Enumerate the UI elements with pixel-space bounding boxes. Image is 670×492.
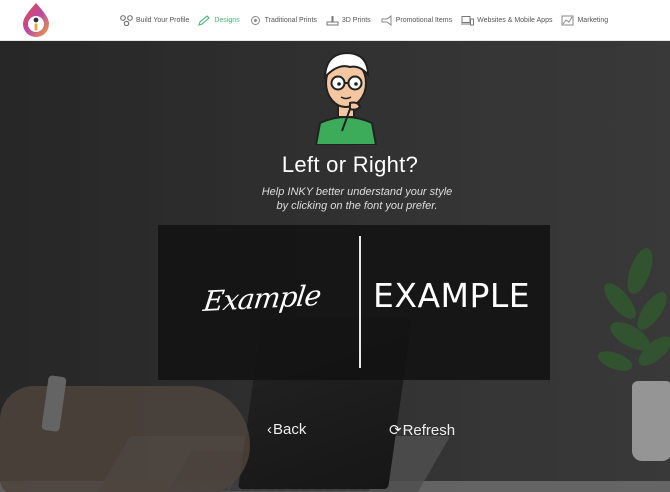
profile-icon: [120, 15, 133, 26]
nav-label: Marketing: [577, 17, 609, 24]
nav-build-profile[interactable]: Build Your Profile: [120, 15, 189, 26]
refresh-button[interactable]: ⟳ Refresh: [389, 421, 456, 440]
refresh-icon: ⟳: [389, 422, 402, 439]
pencil-icon: [198, 15, 211, 26]
nav-label: Websites & Mobile Apps: [477, 17, 553, 24]
nav-label: 3D Prints: [341, 17, 371, 24]
nav-marketing[interactable]: Marketing: [561, 15, 608, 26]
font-choice-panel: Example EXAMPLE: [158, 225, 550, 380]
font-option-right[interactable]: EXAMPLE: [361, 225, 550, 380]
subtitle-line-2: by clicking on the font you prefer.: [276, 200, 438, 212]
main-nav: Build Your Profile Designs Traditional P…: [120, 0, 617, 41]
nav-label: Traditional Prints: [264, 17, 317, 24]
nav-websites-mobile[interactable]: Websites & Mobile Apps: [461, 15, 552, 26]
3d-printer-icon: [326, 15, 339, 26]
subtitle-line-1: Help INKY better understand your style: [261, 186, 453, 198]
nav-3d-prints[interactable]: 3D Prints: [326, 15, 371, 26]
back-label: Back: [273, 421, 307, 438]
page-title: Left or Right?: [281, 152, 419, 177]
nav-label: Promotional Items: [395, 17, 453, 24]
script-font-sample: Example: [201, 278, 323, 319]
font-option-left[interactable]: Example: [158, 225, 358, 380]
print-icon: [249, 15, 262, 26]
nav-promotional-items[interactable]: Promotional Items: [380, 15, 452, 26]
nav-label: Build Your Profile: [136, 17, 190, 24]
nav-traditional-prints[interactable]: Traditional Prints: [249, 15, 317, 26]
megaphone-icon: [380, 15, 393, 26]
inky-logo[interactable]: [21, 2, 51, 38]
chevron-left-icon: ‹: [267, 421, 272, 438]
sans-font-sample: EXAMPLE: [373, 276, 531, 315]
page-subtitle: Help INKY better understand your style b…: [0, 185, 670, 213]
nav-label: Designs: [214, 17, 240, 24]
refresh-label: Refresh: [402, 421, 456, 439]
chart-icon: [561, 15, 574, 26]
top-navbar: Build Your Profile Designs Traditional P…: [0, 0, 670, 41]
inky-mascot-avatar: [314, 51, 378, 145]
back-button[interactable]: ‹ Back: [267, 421, 306, 438]
devices-icon: [461, 15, 475, 26]
nav-designs[interactable]: Designs: [198, 15, 240, 26]
